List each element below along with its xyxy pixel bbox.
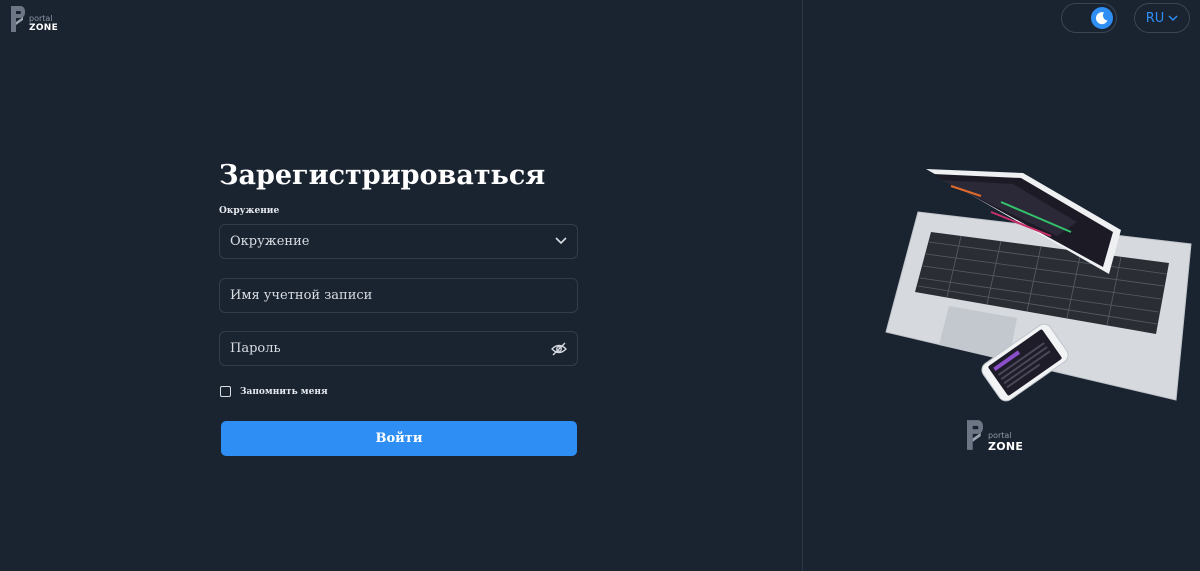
- remember-me-label: Запомнить меня: [240, 386, 328, 397]
- login-button[interactable]: Войти: [221, 421, 577, 456]
- brand-wordmark-footer: portal ZONE: [988, 431, 1024, 453]
- theme-toggle[interactable]: [1061, 3, 1117, 33]
- language-select[interactable]: RU: [1134, 3, 1190, 33]
- brand-small-text: portal: [988, 431, 1012, 440]
- login-panel: portal ZONE Зарегистрироваться Окружение…: [0, 0, 802, 571]
- eye-off-icon[interactable]: [551, 342, 567, 356]
- password-input[interactable]: [230, 341, 551, 356]
- username-field[interactable]: [219, 278, 578, 313]
- language-value: RU: [1145, 10, 1165, 26]
- illustration-panel: portal ZONE: [803, 0, 1200, 571]
- password-field[interactable]: [219, 331, 578, 366]
- page-title: Зарегистрироваться: [219, 160, 546, 191]
- brand-logo[interactable]: portal ZONE: [10, 5, 58, 33]
- brand-big-text: ZONE: [29, 23, 59, 33]
- remember-me-checkbox[interactable]: Запомнить меня: [220, 386, 328, 397]
- environment-select[interactable]: Окружение: [219, 224, 578, 259]
- portal-logo-mark-icon: [10, 5, 26, 33]
- chevron-down-icon: [555, 234, 567, 249]
- environment-label: Окружение: [219, 206, 280, 216]
- laptop-phone-illustration: [881, 164, 1200, 416]
- brand-big-text: ZONE: [988, 440, 1024, 453]
- brand-logo-footer: portal ZONE: [965, 419, 1023, 452]
- theme-knob: [1091, 7, 1113, 29]
- checkbox-box[interactable]: [220, 386, 231, 397]
- brand-small-text: portal: [29, 14, 53, 23]
- brand-wordmark: portal ZONE: [29, 15, 58, 33]
- environment-select-value: Окружение: [230, 234, 310, 249]
- moon-icon: [1095, 11, 1109, 25]
- chevron-down-icon: [1168, 14, 1178, 22]
- portal-logo-mark-icon: [965, 419, 985, 451]
- username-input[interactable]: [230, 288, 567, 303]
